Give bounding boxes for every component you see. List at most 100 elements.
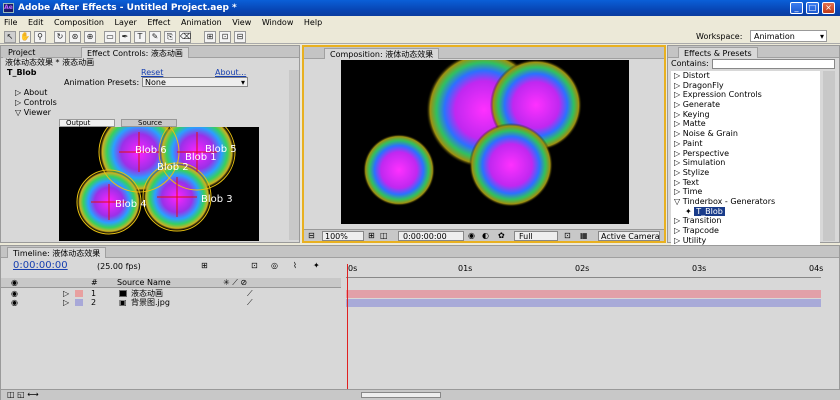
tab-effect-controls[interactable]: Effect Controls: 液态动画 bbox=[81, 47, 189, 58]
fx-tinderbox-generators[interactable]: ▽ Tinderbox - Generators bbox=[671, 197, 820, 207]
menu-help[interactable]: Help bbox=[304, 18, 322, 27]
selection-tool-icon[interactable]: ↖ bbox=[4, 31, 16, 43]
transparency-grid-icon[interactable]: ▦ bbox=[580, 231, 588, 241]
fx-keying[interactable]: ▷ Keying bbox=[671, 110, 820, 120]
world-axis-icon[interactable]: ⊡ bbox=[219, 31, 231, 43]
tab-composition[interactable]: Composition: 液体动态效果 bbox=[324, 48, 440, 59]
comp-mini-flowchart-icon[interactable]: ⊞ bbox=[201, 261, 208, 271]
region-of-interest-icon[interactable]: ⊟ bbox=[308, 231, 315, 241]
zoom-tool-icon[interactable]: ⚲ bbox=[34, 31, 46, 43]
fx-expression-controls[interactable]: ▷ Expression Controls bbox=[671, 90, 820, 100]
menu-view[interactable]: View bbox=[232, 18, 251, 27]
draft-3d-icon[interactable]: ⊡ bbox=[251, 261, 258, 271]
layer-row-2[interactable]: ◉ ▷ 2 ▣ 背景图.jpg ⟋ bbox=[1, 298, 341, 307]
rectangle-mask-tool-icon[interactable]: ▭ bbox=[104, 31, 116, 43]
mask-view-icon[interactable]: ◫ bbox=[380, 231, 388, 241]
layer-row-1[interactable]: ◉ ▷ 1 液态动画 ⟋ bbox=[1, 289, 341, 298]
graph-editor-icon[interactable]: ⌇ bbox=[293, 261, 297, 271]
fx-dragonfly[interactable]: ▷ DragonFly bbox=[671, 81, 820, 91]
prop-controls[interactable]: ▷ Controls bbox=[15, 98, 57, 108]
eye-icon[interactable]: ◉ bbox=[11, 289, 18, 298]
clone-stamp-tool-icon[interactable]: ⎘ bbox=[164, 31, 176, 43]
fx-distort[interactable]: ▷ Distort bbox=[671, 71, 820, 81]
label-color-swatch[interactable] bbox=[75, 290, 83, 297]
pen-tool-icon[interactable]: ✒ bbox=[119, 31, 131, 43]
grid-icon[interactable]: ⊞ bbox=[368, 231, 375, 241]
text-tool-icon[interactable]: T bbox=[134, 31, 146, 43]
fast-preview-icon[interactable]: ⊡ bbox=[564, 231, 571, 241]
fx-text[interactable]: ▷ Text bbox=[671, 178, 820, 188]
menu-window[interactable]: Window bbox=[262, 18, 294, 27]
layer-1-duration-bar[interactable] bbox=[346, 290, 821, 298]
workspace-dropdown[interactable]: Animation ▾ bbox=[750, 30, 827, 42]
fx-switch-icon[interactable]: ⟋ bbox=[247, 298, 253, 307]
zoom-dropdown[interactable]: 100% bbox=[322, 231, 364, 241]
color-channels-icon[interactable]: ✿ bbox=[498, 231, 505, 241]
fx-stylize[interactable]: ▷ Stylize bbox=[671, 168, 820, 178]
tab-project[interactable]: Project bbox=[3, 47, 41, 58]
fx-perspective[interactable]: ▷ Perspective bbox=[671, 149, 820, 159]
layer-2-duration-bar[interactable] bbox=[346, 299, 821, 307]
effects-scrollbar[interactable] bbox=[823, 71, 835, 241]
pan-behind-tool-icon[interactable]: ⊕ bbox=[84, 31, 96, 43]
motion-blur-icon[interactable]: ◎ bbox=[271, 261, 278, 271]
fx-matte[interactable]: ▷ Matte bbox=[671, 119, 820, 129]
comp-timecode[interactable]: 0:00:00:00 bbox=[398, 231, 464, 241]
tab-effects-presets[interactable]: Effects & Presets bbox=[678, 47, 758, 58]
fx-simulation[interactable]: ▷ Simulation bbox=[671, 158, 820, 168]
show-channel-icon[interactable]: ◐ bbox=[482, 231, 489, 241]
fx-paint[interactable]: ▷ Paint bbox=[671, 139, 820, 149]
camera-dropdown[interactable]: Active Camera bbox=[598, 231, 660, 241]
contains-search-input[interactable] bbox=[712, 59, 835, 69]
animation-presets-dropdown[interactable]: None ▾ bbox=[142, 77, 248, 87]
menu-edit[interactable]: Edit bbox=[28, 18, 44, 27]
timeline-timecode[interactable]: 0:00:00:00 bbox=[13, 261, 68, 271]
resolution-dropdown[interactable]: Full bbox=[514, 231, 558, 241]
fx-noise-grain[interactable]: ▷ Noise & Grain bbox=[671, 129, 820, 139]
maximize-button[interactable]: □ bbox=[806, 2, 819, 14]
prop-viewer[interactable]: ▽ Viewer bbox=[15, 108, 51, 118]
brainstorm-icon[interactable]: ✦ bbox=[313, 261, 320, 271]
effect-name[interactable]: T_Blob bbox=[7, 68, 37, 78]
snapshot-icon[interactable]: ◉ bbox=[468, 231, 475, 241]
fx-trapcode[interactable]: ▷ Trapcode bbox=[671, 226, 820, 236]
expand-icon[interactable]: ▷ bbox=[63, 298, 69, 307]
column-source-name[interactable]: Source Name bbox=[117, 278, 171, 288]
expand-icon[interactable]: ▷ bbox=[63, 289, 69, 298]
view-axis-icon[interactable]: ⊟ bbox=[234, 31, 246, 43]
fx-utility[interactable]: ▷ Utility bbox=[671, 236, 820, 246]
viewer-tab-source[interactable]: Source bbox=[121, 119, 177, 127]
composition-viewer[interactable] bbox=[341, 60, 629, 224]
fx-transition[interactable]: ▷ Transition bbox=[671, 216, 820, 226]
viewer-tab-output[interactable]: Output bbox=[59, 119, 115, 127]
effect-controls-scrollbar[interactable] bbox=[289, 70, 299, 240]
label-color-swatch[interactable] bbox=[75, 299, 83, 306]
blob-viewer[interactable]: Blob 6 Blob 5 Blob 1 Blob 2 Blob 3 Blob … bbox=[59, 127, 259, 241]
hand-tool-icon[interactable]: ✋ bbox=[19, 31, 31, 43]
timeline-zoom-slider[interactable] bbox=[361, 392, 441, 398]
fx-generate[interactable]: ▷ Generate bbox=[671, 100, 820, 110]
toggle-switches-icon[interactable]: ◫ ◱ ⟷ bbox=[7, 390, 39, 400]
menu-effect[interactable]: Effect bbox=[147, 18, 170, 27]
layer-name[interactable]: 液态动画 bbox=[131, 289, 163, 298]
current-time-indicator[interactable] bbox=[347, 264, 348, 394]
menu-layer[interactable]: Layer bbox=[115, 18, 137, 27]
fx-t-blob[interactable]: ✦ T_Blob bbox=[671, 206, 820, 217]
menu-composition[interactable]: Composition bbox=[54, 18, 104, 27]
rotate-tool-icon[interactable]: ↻ bbox=[54, 31, 66, 43]
minimize-button[interactable]: _ bbox=[790, 2, 803, 14]
fx-switch-icon[interactable]: ⟋ bbox=[247, 289, 253, 298]
close-button[interactable]: × bbox=[822, 2, 835, 14]
eye-icon[interactable]: ◉ bbox=[11, 298, 18, 307]
tab-timeline[interactable]: Timeline: 液体动态效果 bbox=[7, 247, 107, 258]
fx-time[interactable]: ▷ Time bbox=[671, 187, 820, 197]
time-ruler[interactable]: 0s 01s 02s 03s 04s bbox=[346, 264, 823, 278]
menu-file[interactable]: File bbox=[4, 18, 17, 27]
axis-mode-icon[interactable]: ⊞ bbox=[204, 31, 216, 43]
prop-about[interactable]: ▷ About bbox=[15, 88, 47, 98]
orbit-camera-tool-icon[interactable]: ⊛ bbox=[69, 31, 81, 43]
eraser-tool-icon[interactable]: ⌫ bbox=[179, 31, 191, 43]
brush-tool-icon[interactable]: ✎ bbox=[149, 31, 161, 43]
menu-animation[interactable]: Animation bbox=[181, 18, 222, 27]
layer-name[interactable]: 背景图.jpg bbox=[131, 298, 170, 307]
